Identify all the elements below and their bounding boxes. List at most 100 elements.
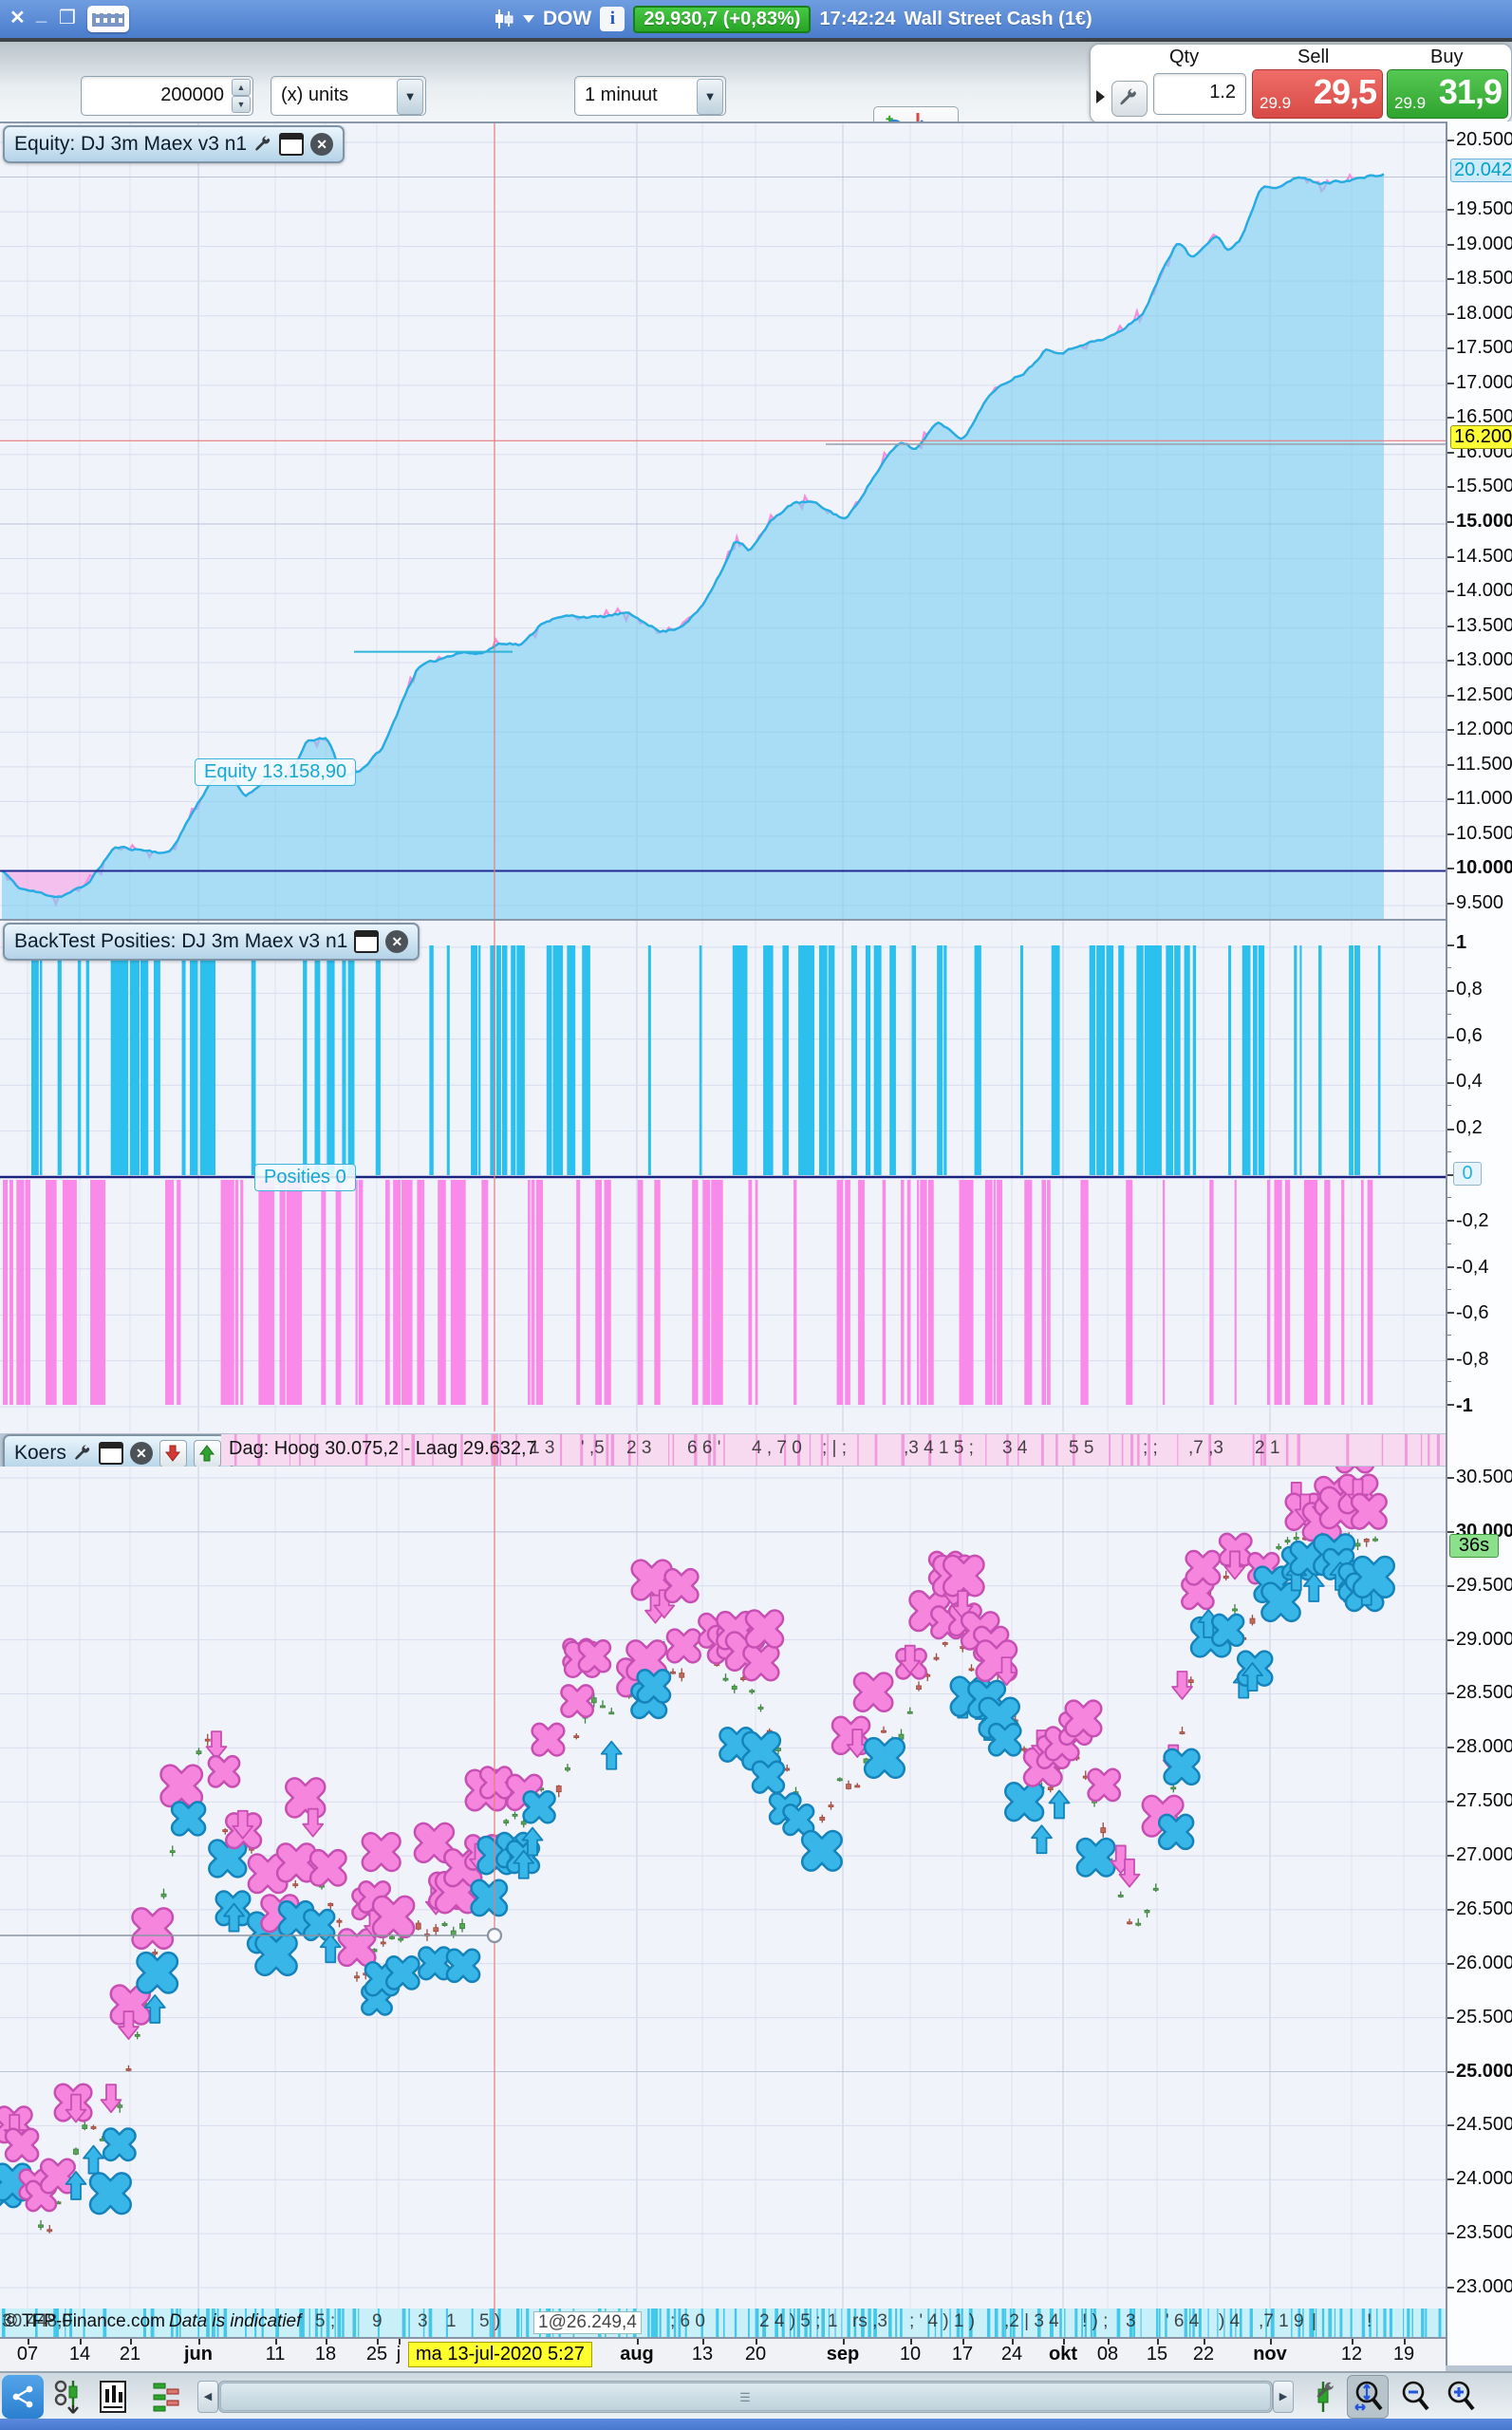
axis-tickmark (1447, 1530, 1454, 1533)
detach-window-icon[interactable] (279, 133, 305, 156)
close-window-icon[interactable]: ✕ (9, 7, 26, 29)
axis-tick-label: 17.500 (1456, 337, 1512, 359)
trade-annotation: 1 (446, 2311, 457, 2331)
date-tick-label: 07 (16, 2344, 39, 2365)
units-dropdown-icon[interactable]: ▼ (397, 79, 423, 115)
date-tick-label: 12 (1340, 2344, 1363, 2365)
minimize-window-icon[interactable]: _ (36, 3, 47, 26)
sell-button[interactable]: 29.9 29,5 (1252, 69, 1383, 119)
backtest-panel-title: BackTest Posities: DJ 3m Maex v3 n1 (14, 930, 348, 952)
axis-tick-label: 20.500 (1456, 129, 1512, 150)
date-tick-label: 10 (899, 2344, 922, 2365)
axis-tick-label: -1 (1456, 1395, 1473, 1416)
close-panel-icon[interactable]: ✕ (129, 1442, 153, 1465)
trade-annotation: ; ' 4 ) 1 ) (909, 2311, 976, 2331)
daily-range-strip: Dag: Hoog 30.075,2 - Laag 29.632,7 1 3 ' … (221, 1434, 1446, 1466)
axis-tickmark (1447, 347, 1454, 350)
backtest-y-axis[interactable]: 1 0,8 0,6 0,4 0,2 -0,2 -0,4 -0,6 -0,8 -1 0 (1446, 919, 1512, 1431)
collapse-panel-icon[interactable] (1096, 90, 1105, 103)
qty-input[interactable]: 1.2 (1153, 73, 1246, 115)
range-strip-annotation: 2 3 (626, 1438, 652, 1458)
range-strip-annotation: ; | ; (822, 1438, 848, 1458)
axis-tickmark (1447, 1855, 1454, 1858)
wrench-icon[interactable] (73, 1444, 92, 1463)
axis-tick-label: 24.000 (1456, 2168, 1512, 2190)
timeframe-dropdown-icon[interactable]: ▼ (697, 79, 723, 115)
chevron-down-icon[interactable] (523, 15, 534, 23)
axis-tickmark (1447, 1243, 1451, 1244)
axis-tickmark (1447, 1584, 1454, 1587)
scroll-left-icon[interactable]: ◀ (197, 2381, 218, 2413)
buy-marker-button[interactable] (193, 1439, 221, 1467)
date-axis[interactable]: ma 13-jul-2020 5:27 07 14 21 jun 11 18 25 j aug 1… (0, 2337, 1446, 2371)
price-y-axis[interactable]: 30.500 30.000 29.500 29.000 28.500 28.000 27.5… (1446, 1431, 1512, 2365)
positions-series-label: Posities 0 (254, 1164, 356, 1191)
axis-tick-label: 1 (1456, 932, 1467, 953)
share-button[interactable] (2, 2375, 44, 2419)
buy-button[interactable]: 29.9 31,9 (1387, 69, 1508, 119)
trade-annotation: ,2 | 3 4 (1004, 2311, 1059, 2331)
close-panel-icon[interactable]: ✕ (310, 133, 334, 156)
close-panel-icon[interactable]: ✕ (385, 930, 409, 953)
backtest-positions-panel[interactable]: BackTest Posities: DJ 3m Maex v3 n1 ✕ Po… (0, 919, 1446, 1433)
pan-zoom-button[interactable] (1347, 2375, 1389, 2419)
chart-tools-button[interactable] (1305, 2378, 1341, 2416)
trade-annotation: ,7 1 9 (1259, 2311, 1304, 2331)
equity-panel-tab[interactable]: Equity: DJ 3m Maex v3 n1 ✕ (3, 125, 345, 163)
units-select[interactable]: (x) units ▼ (271, 76, 426, 116)
axis-tickmark (1447, 2124, 1454, 2127)
scroll-right-icon[interactable]: ▶ (1273, 2381, 1294, 2413)
date-tick-label: 15 (1146, 2344, 1168, 2365)
compare-charts-button[interactable] (51, 2378, 87, 2416)
equity-chart-svg (0, 123, 1446, 919)
market-depth-button[interactable] (148, 2378, 184, 2416)
range-strip-annotation: 4 , 7 0 (752, 1438, 802, 1458)
price-chart-panel[interactable]: Open26.263,5Hoog26.267,0Laag26.259,0Koer… (0, 1467, 1446, 2308)
quantity-input[interactable]: 200000 ▲ ▼ (81, 76, 253, 116)
keyboard-icon[interactable] (87, 6, 129, 32)
chart-notes-button[interactable] (95, 2378, 131, 2416)
buy-price-prefix: 29.9 (1394, 94, 1427, 112)
wrench-icon (1120, 88, 1136, 105)
equity-y-axis[interactable]: 20.500 19.500 19.000 18.500 18.000 17.500 17.0… (1446, 122, 1512, 919)
market-depth-icon (153, 2383, 179, 2412)
quantity-stepper[interactable]: ▲ ▼ (232, 79, 251, 113)
clock-time: 17:42:24 (819, 8, 896, 29)
axis-tickmark (1447, 1105, 1451, 1107)
axis-tickmark (1447, 868, 1454, 870)
pan-zoom-icon (1354, 2381, 1383, 2411)
main-toolbar: 200000 ▲▼ (x) units ▼ 1 minuut ▼ ✚ ▼ (0, 38, 1512, 159)
bar-countdown-badge: 36s (1449, 1533, 1499, 1558)
backtest-panel-tab[interactable]: BackTest Posities: DJ 3m Maex v3 n1 ✕ (3, 923, 420, 961)
equity-chart-panel[interactable]: Equity: DJ 3m Maex v3 n1 ✕ Equity 13.158… (0, 122, 1446, 921)
zoom-in-button[interactable] (1440, 2376, 1480, 2418)
day-high-low-info: Dag: Hoog 30.075,2 - Laag 29.632,7 (229, 1438, 537, 1459)
timeframe-select[interactable]: 1 minuut ▼ (574, 76, 726, 116)
wrench-icon[interactable] (253, 135, 272, 154)
scrollbar-track[interactable]: ☰ (218, 2381, 1273, 2413)
detach-window-icon[interactable] (98, 1442, 123, 1465)
trade-settings-button[interactable] (1111, 81, 1148, 117)
axis-tick-label: 26.000 (1456, 1952, 1512, 1973)
trades-strip: © TFP-Finance.com Data is indicatief 30.… (0, 2308, 1446, 2337)
zoom-out-button[interactable] (1394, 2376, 1434, 2418)
axis-tickmark (1447, 1380, 1451, 1382)
horizontal-scrollbar[interactable]: ◀ ☰ ▶ (197, 2381, 1294, 2413)
axis-tick-label: -0,8 (1456, 1349, 1489, 1371)
info-icon[interactable]: i (600, 7, 625, 31)
axis-tick-label: 0,6 (1456, 1024, 1483, 1046)
stepper-down-icon[interactable]: ▼ (232, 96, 251, 113)
sell-marker-button[interactable] (159, 1439, 187, 1467)
restore-window-icon[interactable]: ❒ (59, 7, 76, 29)
axis-tickmark (1447, 1962, 1454, 1965)
axis-tickmark (1447, 625, 1454, 627)
axis-tick-label: 12.000 (1456, 719, 1512, 740)
stepper-up-icon[interactable]: ▲ (232, 79, 251, 96)
axis-tick-label: 28.000 (1456, 1736, 1512, 1758)
trade-annotation: 5 ) (479, 2311, 501, 2331)
axis-tick-label: 30.500 (1456, 1467, 1512, 1487)
axis-tickmark (1447, 944, 1454, 946)
axis-tick-label: 14.500 (1456, 545, 1512, 567)
scrollbar-thumb[interactable]: ☰ (220, 2383, 1271, 2411)
detach-window-icon[interactable] (354, 930, 380, 953)
